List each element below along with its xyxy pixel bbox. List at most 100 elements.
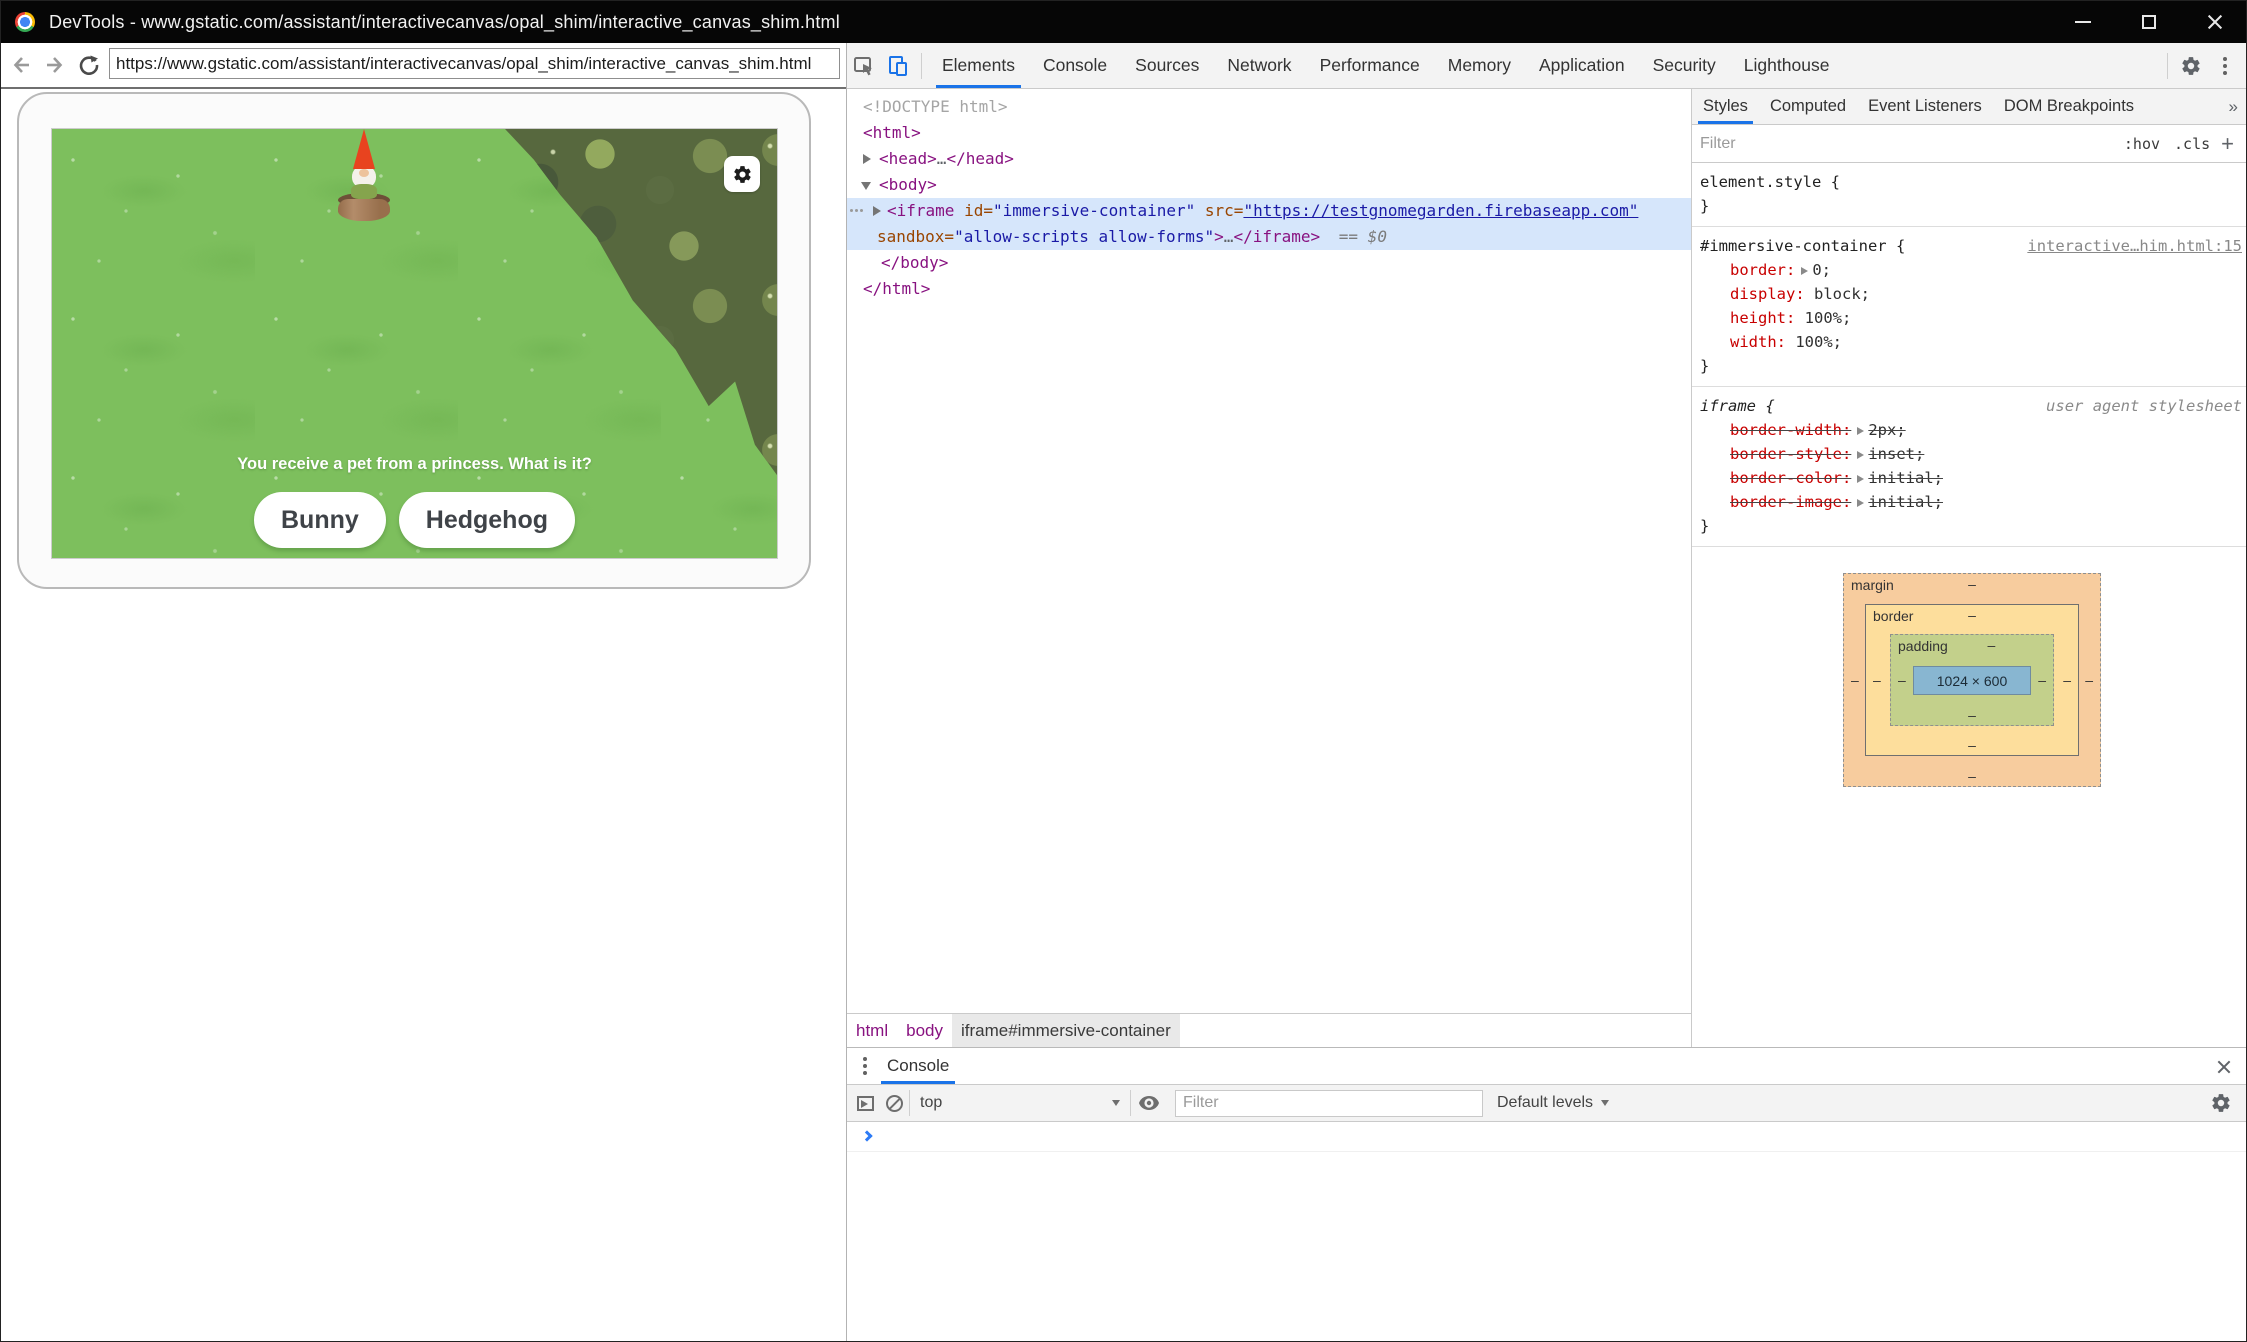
forward-arrow-icon [43, 53, 67, 77]
tab-computed[interactable]: Computed [1759, 89, 1857, 124]
css-property[interactable]: width: 100%; [1700, 330, 2242, 354]
tab-application[interactable]: Application [1525, 43, 1639, 88]
selected-node-marker: == $0 [1339, 227, 1387, 246]
dom-node-iframe-wrap[interactable]: sandbox="allow-scripts allow-forms">…</i… [847, 224, 1691, 250]
console-settings-button[interactable] [2204, 1086, 2238, 1120]
dom-node-html-close[interactable]: </html> [847, 276, 1691, 302]
dom-node-body-close[interactable]: </body> [847, 250, 1691, 276]
css-property-overridden[interactable]: border-style:inset; [1700, 442, 2242, 466]
more-tabs-chevron[interactable]: » [2219, 97, 2247, 117]
tab-styles[interactable]: Styles [1692, 89, 1759, 124]
tab-security[interactable]: Security [1639, 43, 1730, 88]
gear-icon [2180, 55, 2202, 77]
css-property-overridden[interactable]: border-width:2px; [1700, 418, 2242, 442]
pseudo-class-toggle[interactable]: :hov [2117, 135, 2167, 153]
stylesheet-source-link[interactable]: interactive…him.html:15 [2027, 234, 2242, 258]
more-actions-icon[interactable] [850, 209, 863, 212]
console-prompt[interactable] [847, 1122, 2247, 1152]
styles-sidebar: Styles Computed Event Listeners DOM Brea… [1691, 89, 2247, 1047]
tab-network[interactable]: Network [1213, 43, 1305, 88]
styles-filter-input[interactable] [1700, 130, 2117, 158]
bunny-button[interactable]: Bunny [254, 492, 386, 548]
chevron-down-icon [1112, 1100, 1120, 1106]
rule-element-style[interactable]: element.style { } [1692, 163, 2247, 227]
new-style-rule-button[interactable]: + [2217, 131, 2240, 157]
box-model-padding[interactable]: padding – – – – 1024 × 600 [1890, 634, 2054, 726]
breadcrumb-iframe[interactable]: iframe#immersive-container [952, 1014, 1180, 1047]
expand-arrow-icon [1857, 499, 1864, 507]
devtools-menu-button[interactable] [2208, 49, 2242, 83]
element-class-toggle[interactable]: .cls [2167, 135, 2217, 153]
css-property-overridden[interactable]: border-image:initial; [1700, 490, 2242, 514]
drawer-menu-icon[interactable] [863, 1057, 867, 1075]
box-model-content[interactable]: 1024 × 600 [1913, 666, 2031, 695]
expand-arrow-icon[interactable] [873, 206, 881, 216]
game-screen: You receive a pet from a princess. What … [51, 128, 778, 559]
drawer-header: Console [847, 1048, 2247, 1085]
dom-node-doctype[interactable]: <!DOCTYPE html> [847, 94, 1691, 120]
game-settings-button[interactable] [724, 156, 760, 192]
tab-sources[interactable]: Sources [1121, 43, 1213, 88]
gear-icon [732, 164, 753, 185]
chrome-favicon-icon [15, 12, 35, 32]
elements-tree: <!DOCTYPE html> <html> <head>…</head> <b… [847, 89, 1691, 1013]
tab-memory[interactable]: Memory [1434, 43, 1525, 88]
device-toolbar-toggle[interactable] [881, 49, 915, 83]
clear-console-icon[interactable] [886, 1095, 903, 1112]
collapse-arrow-icon[interactable] [861, 182, 871, 190]
tab-console[interactable]: Console [1029, 43, 1121, 88]
devtools-settings-button[interactable] [2174, 49, 2208, 83]
dom-node-body-open[interactable]: <body> [847, 172, 1691, 198]
tab-performance[interactable]: Performance [1306, 43, 1434, 88]
dom-node-head[interactable]: <head>…</head> [847, 146, 1691, 172]
inspect-element-button[interactable] [847, 49, 881, 83]
console-sidebar-icon[interactable] [857, 1096, 874, 1111]
minimize-button[interactable] [2050, 1, 2116, 43]
tab-event-listeners[interactable]: Event Listeners [1857, 89, 1993, 124]
drawer-close-button[interactable] [2210, 1053, 2238, 1081]
tab-lighthouse[interactable]: Lighthouse [1730, 43, 1844, 88]
tab-elements[interactable]: Elements [928, 43, 1029, 88]
log-level-selector[interactable]: Default levels [1497, 1094, 1609, 1112]
maximize-button[interactable] [2116, 1, 2182, 43]
execution-context-selector[interactable]: top [920, 1094, 1120, 1112]
hedgehog-button[interactable]: Hedgehog [399, 492, 575, 548]
dom-node-html-open[interactable]: <html> [847, 120, 1691, 146]
forward-button[interactable] [41, 51, 69, 79]
devtools-tabs: Elements Console Sources Network Perform… [928, 43, 1843, 88]
toolbar-separator [1130, 1090, 1131, 1116]
console-filter-input[interactable] [1175, 1090, 1483, 1117]
breadcrumb: html body iframe#immersive-container [847, 1013, 1691, 1047]
devtools-window: DevTools - www.gstatic.com/assistant/int… [0, 0, 2247, 1342]
expand-arrow-icon[interactable] [863, 154, 871, 164]
rule-user-agent-iframe[interactable]: iframe { user agent stylesheet border-wi… [1692, 387, 2247, 547]
reload-button[interactable] [75, 51, 103, 79]
css-property[interactable]: height: 100%; [1700, 306, 2242, 330]
toolbar-separator [921, 53, 922, 79]
back-button[interactable] [7, 51, 35, 79]
breadcrumb-html[interactable]: html [847, 1014, 897, 1047]
close-button[interactable] [2182, 1, 2247, 43]
box-model-margin[interactable]: margin – – – – border – – – – padding – … [1843, 573, 2101, 787]
rule-immersive-container[interactable]: #immersive-container { interactive…him.h… [1692, 227, 2247, 387]
browser-toolbar: https://www.gstatic.com/assistant/intera… [1, 43, 846, 89]
live-expression-eye-icon[interactable] [1137, 1091, 1161, 1115]
expand-arrow-icon [1857, 475, 1864, 483]
toolbar-separator [2167, 53, 2168, 79]
iframe-src-link[interactable]: "https://testgnomegarden.firebaseapp.com… [1243, 201, 1638, 220]
css-property[interactable]: display: block; [1700, 282, 2242, 306]
url-bar[interactable]: https://www.gstatic.com/assistant/intera… [109, 48, 840, 79]
tab-dom-breakpoints[interactable]: DOM Breakpoints [1993, 89, 2145, 124]
devtools-divider[interactable] [846, 43, 847, 1342]
user-agent-stylesheet-label: user agent stylesheet [2046, 394, 2242, 418]
box-model-border[interactable]: border – – – – padding – – – – 1024 × 60… [1865, 604, 2079, 756]
breadcrumb-body[interactable]: body [897, 1014, 952, 1047]
css-property[interactable]: border:0; [1700, 258, 2242, 282]
close-icon [2207, 14, 2223, 30]
kebab-menu-icon [2223, 57, 2227, 75]
garden-gnome[interactable] [338, 129, 394, 225]
dom-node-iframe-selected[interactable]: <iframe id="immersive-container" src="ht… [847, 198, 1691, 224]
css-property-overridden[interactable]: border-color:initial; [1700, 466, 2242, 490]
drawer-tab-console[interactable]: Console [877, 1048, 959, 1084]
expand-arrow-icon[interactable] [1801, 267, 1808, 275]
